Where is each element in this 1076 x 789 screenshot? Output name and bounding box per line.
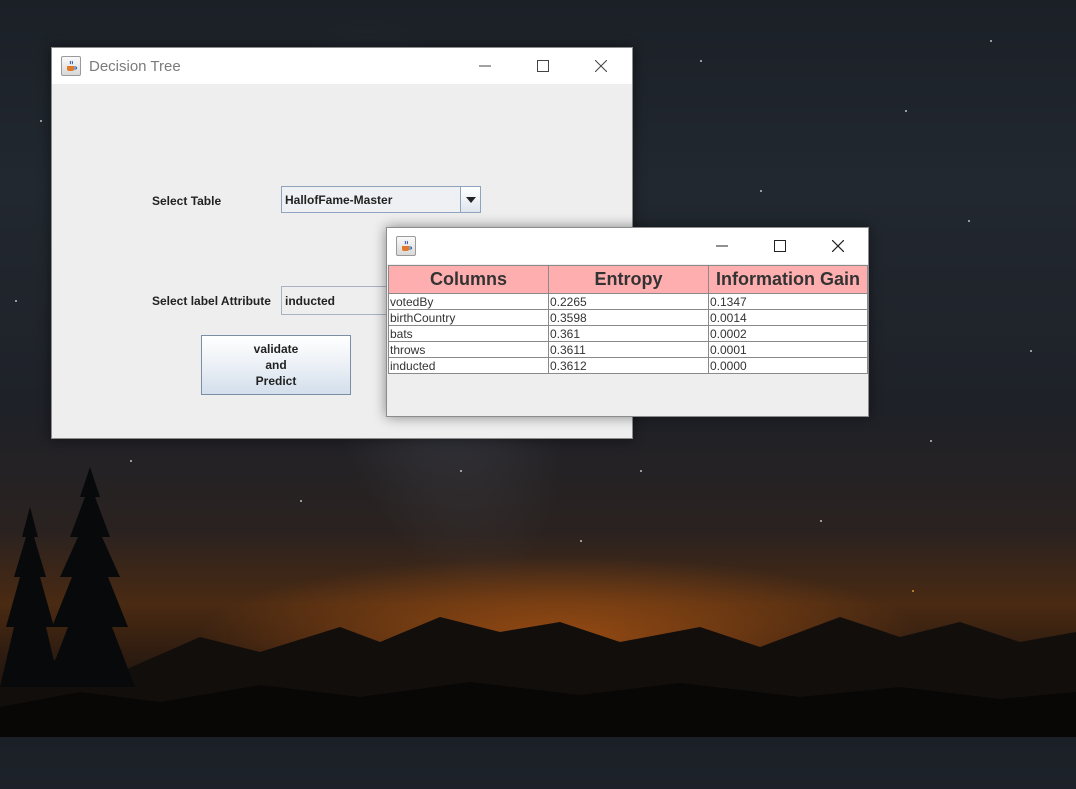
maximize-button[interactable] bbox=[757, 228, 803, 264]
cell-information-gain[interactable]: 0.0002 bbox=[708, 325, 868, 342]
close-button[interactable] bbox=[815, 228, 861, 264]
chevron-down-icon bbox=[465, 196, 476, 203]
star bbox=[1030, 350, 1032, 352]
button-line-1: validate bbox=[253, 342, 299, 356]
star bbox=[130, 460, 132, 462]
star bbox=[968, 220, 970, 222]
star bbox=[905, 110, 907, 112]
star bbox=[820, 520, 822, 522]
star bbox=[912, 590, 914, 592]
star bbox=[300, 500, 302, 502]
maximize-button[interactable] bbox=[520, 48, 566, 84]
pine-trees-silhouette bbox=[0, 467, 135, 687]
cell-column[interactable]: throws bbox=[388, 341, 549, 358]
results-window: Columns Entropy Information Gain votedBy… bbox=[386, 227, 869, 417]
dropdown-arrow-button[interactable] bbox=[460, 187, 480, 212]
title-bar[interactable] bbox=[387, 228, 868, 264]
table-header-row: Columns Entropy Information Gain bbox=[388, 265, 868, 294]
table-select-dropdown[interactable]: HallofFame-Master bbox=[281, 186, 481, 213]
table-select-value: HallofFame-Master bbox=[285, 192, 393, 207]
star bbox=[700, 60, 702, 62]
star bbox=[580, 540, 582, 542]
close-icon bbox=[595, 60, 607, 72]
java-coffee-cup-icon bbox=[61, 56, 81, 76]
minimize-button[interactable] bbox=[462, 48, 508, 84]
select-label-attribute-label: Select label Attribute bbox=[152, 294, 271, 308]
cell-entropy[interactable]: 0.3612 bbox=[548, 357, 709, 374]
maximize-icon bbox=[537, 60, 549, 72]
table-row[interactable]: birthCountry 0.3598 0.0014 bbox=[388, 309, 868, 326]
cell-column[interactable]: votedBy bbox=[388, 293, 549, 310]
cell-information-gain[interactable]: 0.1347 bbox=[708, 293, 868, 310]
table-row[interactable]: throws 0.3611 0.0001 bbox=[388, 341, 868, 358]
select-table-label: Select Table bbox=[152, 194, 222, 208]
maximize-icon bbox=[774, 240, 786, 252]
cell-column[interactable]: inducted bbox=[388, 357, 549, 374]
close-icon bbox=[832, 240, 844, 252]
cell-entropy[interactable]: 0.3611 bbox=[548, 341, 709, 358]
window-title: Decision Tree bbox=[89, 57, 181, 75]
column-header-columns[interactable]: Columns bbox=[388, 265, 549, 294]
cell-entropy[interactable]: 0.2265 bbox=[548, 293, 709, 310]
column-header-information-gain[interactable]: Information Gain bbox=[708, 265, 868, 294]
minimize-icon bbox=[479, 65, 491, 67]
validate-and-predict-button[interactable]: validate and Predict bbox=[201, 335, 351, 395]
star bbox=[40, 120, 42, 122]
results-table: Columns Entropy Information Gain votedBy… bbox=[388, 265, 868, 374]
star bbox=[930, 440, 932, 442]
star bbox=[760, 190, 762, 192]
minimize-icon bbox=[716, 245, 728, 247]
label-attribute-field[interactable]: inducted bbox=[281, 286, 401, 315]
table-row[interactable]: votedBy 0.2265 0.1347 bbox=[388, 293, 868, 310]
table-row[interactable]: bats 0.361 0.0002 bbox=[388, 325, 868, 342]
column-header-entropy[interactable]: Entropy bbox=[548, 265, 709, 294]
button-line-2: and bbox=[265, 358, 287, 372]
minimize-button[interactable] bbox=[699, 228, 745, 264]
close-button[interactable] bbox=[578, 48, 624, 84]
cell-information-gain[interactable]: 0.0014 bbox=[708, 309, 868, 326]
cell-information-gain[interactable]: 0.0001 bbox=[708, 341, 868, 358]
button-line-3: Predict bbox=[255, 374, 297, 388]
cell-information-gain[interactable]: 0.0000 bbox=[708, 357, 868, 374]
table-row[interactable]: inducted 0.3612 0.0000 bbox=[388, 357, 868, 374]
star bbox=[990, 40, 992, 42]
star bbox=[460, 470, 462, 472]
cell-entropy[interactable]: 0.361 bbox=[548, 325, 709, 342]
cell-column[interactable]: birthCountry bbox=[388, 309, 549, 326]
star bbox=[15, 300, 17, 302]
cell-entropy[interactable]: 0.3598 bbox=[548, 309, 709, 326]
java-coffee-cup-icon bbox=[396, 236, 416, 256]
star bbox=[640, 470, 642, 472]
title-bar[interactable]: Decision Tree bbox=[52, 48, 632, 84]
cell-column[interactable]: bats bbox=[388, 325, 549, 342]
